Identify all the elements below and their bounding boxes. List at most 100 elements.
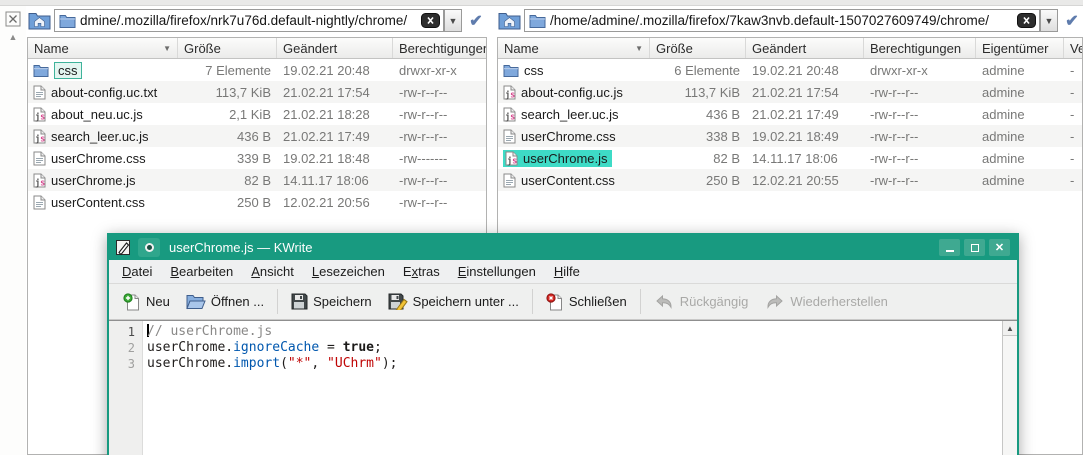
maximize-button[interactable] [964,239,985,256]
svg-text:js: js [35,133,45,144]
file-row[interactable]: js userChrome.js 82 B 14.11.17 18:06 -rw-r--… [28,169,486,191]
file-row[interactable]: userChrome.css 338 B 19.02.21 18:49 -rw-r--… [498,125,1082,147]
folder-icon [503,64,519,77]
file-permissions-cell: -rw-r--r-- [870,128,919,144]
apply-path-button[interactable]: ✔ [1061,11,1083,31]
column-header-berechtigungen[interactable]: Berechtigungen [864,38,976,58]
toolbar-button-save-as[interactable]: Speichern unter ... [380,288,527,316]
code-line: // userChrome.js [147,324,1002,340]
file-name-label: about_neu.uc.js [51,106,143,122]
code-token: = [319,340,343,355]
toolbar-separator [531,289,533,314]
kwrite-menubar: Datei Bearbeiten Ansicht Lesezeichen Extras E… [109,260,1017,284]
toolbar-button-new-document[interactable]: Neu [115,288,178,316]
toolbar-button-close-document[interactable]: Schließen [538,288,635,316]
column-header-gre[interactable]: Größe [178,38,277,58]
file-row[interactable]: userContent.css 250 B 12.02.21 20:55 -rw-r-… [498,169,1082,191]
window-pin-icon[interactable] [138,238,160,257]
file-permissions-cell: drwxr-xr-x [399,62,457,78]
file-name-label: css [58,62,78,78]
file-permissions-cell: -rw-r--r-- [399,194,448,210]
toolbar-separator [277,289,279,314]
path-history-dropdown[interactable]: ▼ [1040,9,1058,32]
scroll-up-icon[interactable]: ▲ [0,32,26,42]
code-token: "UChrm" [327,356,382,371]
column-header-gendert[interactable]: Geändert [746,38,864,58]
file-permissions-cell: -rw-r--r-- [870,84,919,100]
minimize-button[interactable] [939,239,960,256]
path-history-dropdown[interactable]: ▼ [444,9,462,32]
file-row[interactable]: css 7 Elemente 19.02.21 20:48 drwxr-xr-x [28,59,486,81]
menu-lesezeichen[interactable]: Lesezeichen [303,264,394,279]
file-owner-cell: admine [982,128,1025,144]
code-view[interactable]: // userChrome.js userChrome.ignoreCache =… [143,321,1002,455]
left-rail: ▲ [0,6,26,455]
close-button[interactable]: ✕ [989,239,1010,256]
file-modified-cell: 19.02.21 20:48 [283,62,370,78]
column-header-gendert[interactable]: Geändert [277,38,393,58]
file-size-cell: 82 B [244,172,271,188]
toolbar-button-label: Wiederherstellen [790,294,888,309]
file-name-label: userContent.css [521,172,615,188]
sort-indicator-icon: ▼ [163,43,171,53]
home-folder-button[interactable] [27,11,51,31]
js-file-icon: js [505,151,518,166]
editor-scrollbar[interactable]: ▲ [1002,321,1017,455]
path-input-right[interactable]: /home/admine/.mozilla/firefox/7kaw3nvb.d… [524,9,1040,32]
file-row[interactable]: userChrome.css 339 B 19.02.21 18:48 -rw----… [28,147,486,169]
file-row[interactable]: about-config.uc.txt 113,7 KiB 21.02.21 17:… [28,81,486,103]
menu-extras[interactable]: Extras [394,264,449,279]
file-row[interactable]: js search_leer.uc.js 436 B 21.02.21 17:49 -r… [498,103,1082,125]
file-permissions-cell: -rw-r--r-- [399,106,448,122]
toolbar-button-open-folder[interactable]: Öffnen ... [178,288,272,316]
file-row[interactable]: js about-config.uc.js 113,7 KiB 21.02.21 17… [498,81,1082,103]
toolbar-button-label: Neu [146,294,170,309]
location-bar-left: dmine/.mozilla/firefox/nrk7u76d.default-… [27,6,487,33]
file-row[interactable]: userContent.css 250 B 12.02.21 20:56 -rw-r-… [28,191,486,213]
file-size-cell: 6 Elemente [674,62,740,78]
kwrite-titlebar[interactable]: userChrome.js — KWrite ✕ [109,235,1017,260]
file-row[interactable]: js userChrome.js 82 B 14.11.17 18:06 -rw-r--… [498,147,1082,169]
column-header-name[interactable]: Name ▼ [28,38,178,58]
apply-path-button[interactable]: ✔ [465,11,487,31]
toolbar-separator [639,289,641,314]
panel-close-button[interactable] [5,11,22,28]
column-header-row: Name ▼ Größe Geändert Berechtigungen Eigentüm… [498,38,1082,59]
file-link-cell: - [1070,84,1075,100]
path-text: /home/admine/.mozilla/firefox/7kaw3nvb.d… [550,13,990,28]
file-size-cell: 250 B [706,172,740,188]
line-number: 2 [127,341,135,355]
code-line: userChrome.ignoreCache = true; [147,340,1002,356]
menu-einstellungen[interactable]: Einstellungen [449,264,545,279]
file-row[interactable]: css 6 Elemente 19.02.21 20:48 drwxr-xr-x adm… [498,59,1082,81]
path-text: dmine/.mozilla/firefox/nrk7u76d.default-… [80,13,408,28]
file-row[interactable]: js about_neu.uc.js 2,1 KiB 21.02.21 18:28 -r… [28,103,486,125]
file-name-cell: js userChrome.js [498,149,650,167]
menu-ansicht[interactable]: Ansicht [242,264,303,279]
code-token: true [342,340,374,355]
column-header-gre[interactable]: Größe [650,38,746,58]
menu-datei[interactable]: Datei [113,264,161,279]
menu-hilfe[interactable]: Hilfe [545,264,589,279]
file-owner-cell: admine [982,172,1025,188]
clear-path-button[interactable] [421,13,440,28]
path-input-left[interactable]: dmine/.mozilla/firefox/nrk7u76d.default-… [54,9,444,32]
file-row[interactable]: js search_leer.uc.js 436 B 21.02.21 17:49 -r… [28,125,486,147]
document-icon [503,173,516,188]
scroll-up-button[interactable]: ▲ [1003,321,1017,336]
column-header-berechtigungen[interactable]: Berechtigungen [393,38,486,58]
clear-path-button[interactable] [1017,13,1036,28]
code-token: . [225,340,234,355]
column-header-ve[interactable]: Ve [1064,38,1082,58]
column-header-eigentmer[interactable]: Eigentümer [976,38,1064,58]
toolbar-button-save[interactable]: Speichern [283,288,380,316]
column-header-name[interactable]: Name ▼ [498,38,650,58]
menu-bearbeiten[interactable]: Bearbeiten [161,264,242,279]
home-folder-button[interactable] [497,11,521,31]
column-header-label: Größe [656,40,693,56]
code-token: . [225,356,234,371]
file-name-cell: about-config.uc.txt [28,85,178,100]
document-icon [33,195,46,210]
file-modified-cell: 21.02.21 18:28 [283,106,370,122]
file-name-label: userChrome.js [51,172,136,188]
